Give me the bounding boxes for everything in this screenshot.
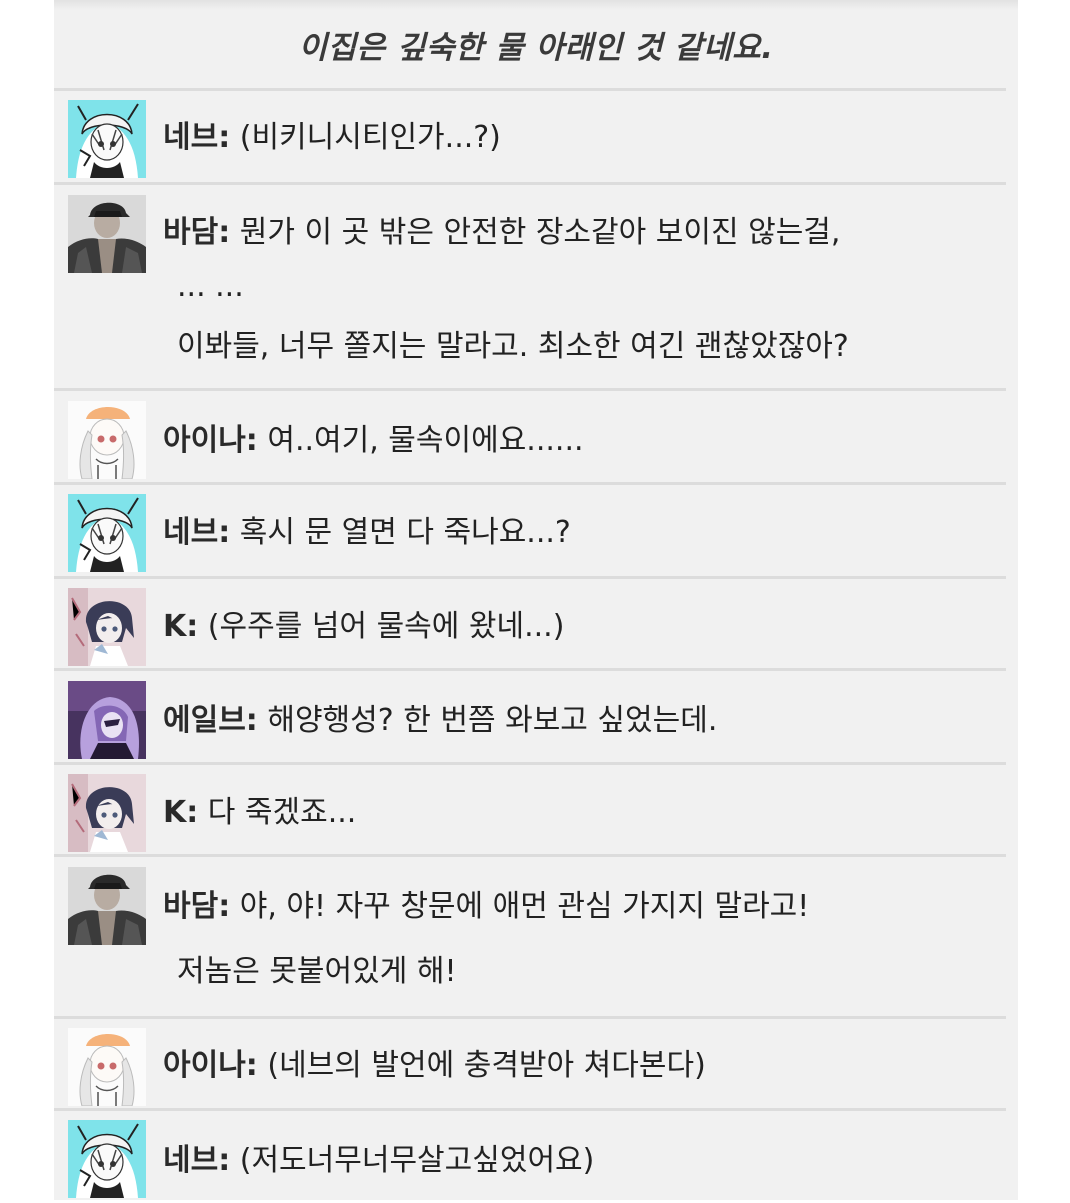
chat-row: 바담: 뭔가 이 곳 밖은 안전한 장소같아 보이진 않는걸, ... ... … [54, 182, 1006, 388]
narration-text: 이집은 깊숙한 물 아래인 것 같네요. [298, 30, 774, 66]
message-text: 야, 야! 자꾸 창문에 애먼 관심 가지지 말라고! [239, 889, 810, 924]
badam-avatar [68, 867, 146, 945]
message-line-continued: 이봐들, 너무 쫄지는 말라고. 최소한 여긴 괜찮았잖아? [177, 327, 849, 367]
message-line: K: (우주를 넘어 물속에 왔네...) [163, 607, 564, 647]
message-line: 네브: (저도너무너무살고싶었어요) [163, 1141, 594, 1181]
message-line-continued: 저놈은 못붙어있게 해! [177, 952, 457, 992]
message-text: (우주를 넘어 물속에 왔네...) [207, 609, 565, 644]
message-line: 바담: 뭔가 이 곳 밖은 안전한 장소같아 보이진 않는걸, [163, 213, 840, 253]
chat-row: K: 다 죽겠죠... [54, 762, 1006, 855]
message-line: 에일브: 해양행성? 한 번쯤 와보고 싶었는데. [163, 701, 717, 741]
message-text: 이봐들, 너무 쫄지는 말라고. 최소한 여긴 괜찮았잖아? [177, 329, 849, 364]
chat-row: 에일브: 해양행성? 한 번쯤 와보고 싶었는데. [54, 668, 1006, 761]
speaker-name: K: [163, 609, 199, 644]
speaker-name: 아이나: [163, 423, 258, 458]
k-avatar [68, 588, 146, 666]
elve-avatar [68, 681, 146, 759]
message-text: 다 죽겠죠... [207, 795, 357, 830]
message-line: 아이나: (네브의 발언에 충격받아 쳐다본다) [163, 1046, 706, 1086]
neb-avatar [68, 494, 146, 572]
speaker-name: 네브: [163, 120, 231, 155]
speaker-name: 네브: [163, 1143, 231, 1178]
chat-row: 네브: (저도너무너무살고싶었어요) [54, 1108, 1006, 1203]
message-text: 여..여기, 물속이에요...... [267, 423, 584, 458]
speaker-name: 네브: [163, 515, 231, 550]
chat-row: 바담: 야, 야! 자꾸 창문에 애먼 관심 가지지 말라고! 저놈은 못붙어있… [54, 854, 1006, 1017]
chat-row: 아이나: 여..여기, 물속이에요...... [54, 388, 1006, 483]
message-line-continued: ... ... [177, 267, 244, 307]
chat-row: 아이나: (네브의 발언에 충격받아 쳐다본다) [54, 1016, 1006, 1111]
message-text: (저도너무너무살고싶었어요) [239, 1143, 595, 1178]
message-text: (네브의 발언에 충격받아 쳐다본다) [267, 1048, 706, 1083]
message-line: K: 다 죽겠죠... [163, 793, 356, 833]
message-text: 저놈은 못붙어있게 해! [177, 954, 457, 989]
speaker-name: 바담: [163, 215, 231, 250]
speaker-name: 바담: [163, 889, 231, 924]
message-text: 뭔가 이 곳 밖은 안전한 장소같아 보이진 않는걸, [239, 215, 841, 250]
neb-avatar [68, 100, 146, 178]
chat-row: 네브: (비키니시티인가...?) [54, 88, 1006, 181]
aina-avatar [68, 401, 146, 479]
chat-log-panel: 이집은 깊숙한 물 아래인 것 같네요. 네브: (비키니시티인가...?) 바… [54, 0, 1018, 1200]
badam-avatar [68, 195, 146, 273]
message-line: 네브: 혹시 문 열면 다 죽나요...? [163, 513, 571, 553]
chat-row: 네브: 혹시 문 열면 다 죽나요...? [54, 482, 1006, 575]
message-line: 네브: (비키니시티인가...?) [163, 118, 501, 158]
k-avatar [68, 774, 146, 852]
speaker-name: K: [163, 795, 199, 830]
speaker-name: 에일브: [163, 703, 258, 738]
message-text: 혹시 문 열면 다 죽나요...? [239, 515, 571, 550]
message-line: 아이나: 여..여기, 물속이에요...... [163, 421, 584, 461]
message-text: (비키니시티인가...?) [239, 120, 501, 155]
neb-avatar [68, 1120, 146, 1198]
chat-row: K: (우주를 넘어 물속에 왔네...) [54, 576, 1006, 669]
top-shadow [54, 0, 1018, 10]
message-text: ... ... [177, 269, 244, 304]
aina-avatar [68, 1028, 146, 1106]
message-line: 바담: 야, 야! 자꾸 창문에 애먼 관심 가지지 말라고! [163, 887, 809, 927]
message-text: 해양행성? 한 번쯤 와보고 싶었는데. [267, 703, 718, 738]
speaker-name: 아이나: [163, 1048, 258, 1083]
